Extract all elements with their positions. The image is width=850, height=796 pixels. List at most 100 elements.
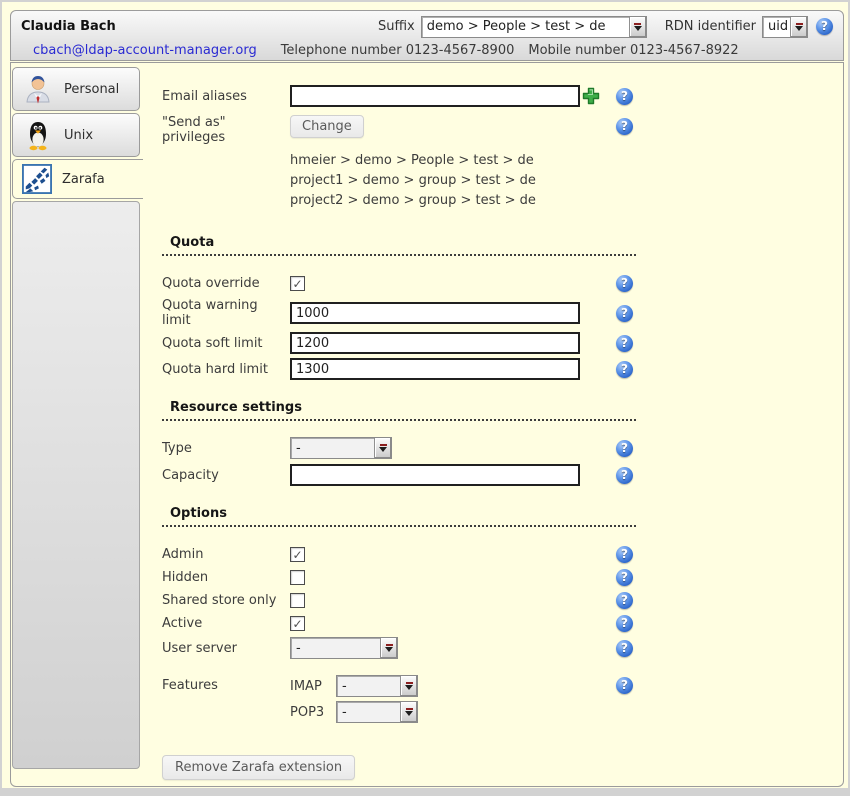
chevron-down-icon[interactable]	[790, 17, 807, 37]
tab-zarafa[interactable]: Zarafa	[12, 159, 143, 199]
tab-personal[interactable]: Personal	[12, 67, 140, 111]
resource-type-row: Type - ?	[162, 437, 843, 459]
help-icon[interactable]: ?	[616, 275, 633, 292]
send-as-entry: project1 > demo > group > test > de	[290, 171, 843, 191]
send-as-label: "Send as" privileges	[162, 115, 290, 145]
quota-override-row: Quota override ✓ ?	[162, 272, 843, 295]
active-row: Active ✓ ?	[162, 612, 843, 635]
quota-override-label: Quota override	[162, 276, 290, 291]
send-as-row: "Send as" privileges Change ?	[162, 115, 843, 145]
resource-type-select[interactable]: -	[290, 437, 392, 459]
quota-warning-input[interactable]	[290, 302, 580, 324]
capacity-input[interactable]	[290, 464, 580, 486]
zarafa-icon	[22, 164, 52, 194]
imap-select[interactable]: -	[336, 675, 418, 697]
help-icon[interactable]: ?	[616, 335, 633, 352]
imap-row: IMAP -	[290, 675, 582, 697]
quota-hard-row: Quota hard limit ?	[162, 358, 843, 380]
send-as-entries: hmeier > demo > People > test > de proje…	[290, 151, 843, 211]
resource-type-label: Type	[162, 441, 290, 456]
suffix-select[interactable]: demo > People > test > de	[421, 16, 647, 38]
active-label: Active	[162, 616, 290, 631]
tab-personal-label: Personal	[64, 82, 119, 97]
user-server-label: User server	[162, 641, 290, 656]
header-row-bottom: cbach@ldap-account-manager.org Telephone…	[11, 40, 843, 60]
chevron-down-icon[interactable]	[400, 676, 417, 696]
help-icon[interactable]: ?	[616, 305, 633, 322]
checkmark: ✓	[292, 549, 302, 561]
imap-value: -	[337, 676, 400, 696]
admin-row: Admin ✓ ?	[162, 543, 843, 566]
user-server-select[interactable]: -	[290, 637, 398, 659]
pop3-row: POP3 -	[290, 701, 582, 723]
suffix-label: Suffix	[378, 19, 415, 34]
help-icon[interactable]: ?	[816, 18, 833, 35]
checkmark: ✓	[292, 618, 302, 630]
quota-soft-label: Quota soft limit	[162, 336, 290, 351]
chevron-down-icon[interactable]	[629, 17, 646, 37]
admin-label: Admin	[162, 547, 290, 562]
quota-override-checkbox[interactable]: ✓	[290, 276, 305, 291]
active-checkbox[interactable]: ✓	[290, 616, 305, 631]
help-icon[interactable]: ?	[616, 640, 633, 657]
pop3-label: POP3	[290, 705, 336, 720]
change-button[interactable]: Change	[290, 115, 364, 138]
user-server-value: -	[291, 638, 380, 658]
telephone-number: Telephone number 0123-4567-8900	[281, 43, 515, 58]
header-row-top: Claudia Bach Suffix demo > People > test…	[11, 11, 843, 40]
add-icon[interactable]	[582, 87, 600, 105]
account-main-panel: Personal Unix	[10, 62, 844, 787]
help-icon[interactable]: ?	[616, 569, 633, 586]
hidden-checkbox[interactable]	[290, 570, 305, 585]
checkmark: ✓	[292, 278, 302, 290]
tab-unix-label: Unix	[64, 128, 93, 143]
email-aliases-input[interactable]	[290, 85, 580, 107]
sidebar-filler-panel	[12, 201, 140, 769]
quota-hard-input[interactable]	[290, 358, 580, 380]
send-as-entry: project2 > demo > group > test > de	[290, 191, 843, 211]
rdn-identifier-select[interactable]: uid	[762, 16, 808, 38]
features-row: Features IMAP - POP3 -	[162, 675, 843, 727]
person-icon	[22, 73, 54, 105]
pop3-select[interactable]: -	[336, 701, 418, 723]
capacity-label: Capacity	[162, 468, 290, 483]
quota-warning-row: Quota warning limit ?	[162, 298, 843, 328]
quota-soft-input[interactable]	[290, 332, 580, 354]
remove-zarafa-extension-button[interactable]: Remove Zarafa extension	[162, 755, 355, 780]
section-title-resource-settings: Resource settings	[162, 400, 636, 421]
zarafa-tab-content: Email aliases ? "Send as" privileges Cha…	[142, 63, 843, 780]
pop3-value: -	[337, 702, 400, 722]
help-icon[interactable]: ?	[616, 677, 633, 694]
shared-store-only-row: Shared store only ?	[162, 589, 843, 612]
help-icon[interactable]: ?	[616, 467, 633, 484]
lam-account-edit-page: { "header": { "user_name": "Claudia Bach…	[0, 0, 850, 796]
user-server-row: User server - ?	[162, 637, 843, 659]
tab-unix[interactable]: Unix	[12, 113, 140, 157]
chevron-down-icon[interactable]	[374, 438, 391, 458]
penguin-icon	[22, 119, 54, 151]
email-link[interactable]: cbach@ldap-account-manager.org	[33, 43, 257, 58]
rdn-select-value: uid	[763, 17, 790, 37]
rdn-identifier-label: RDN identifier	[665, 19, 756, 34]
help-icon[interactable]: ?	[616, 361, 633, 378]
help-icon[interactable]: ?	[616, 118, 633, 135]
help-icon[interactable]: ?	[616, 546, 633, 563]
hidden-row: Hidden ?	[162, 566, 843, 589]
resource-type-value: -	[291, 438, 374, 458]
chevron-down-icon[interactable]	[380, 638, 397, 658]
shared-store-only-label: Shared store only	[162, 593, 290, 608]
help-icon[interactable]: ?	[616, 88, 633, 105]
email-aliases-row: Email aliases ?	[162, 85, 843, 107]
quota-warning-label: Quota warning limit	[162, 298, 290, 328]
shared-store-only-checkbox[interactable]	[290, 593, 305, 608]
imap-label: IMAP	[290, 679, 336, 694]
suffix-select-value: demo > People > test > de	[422, 17, 629, 37]
help-icon[interactable]: ?	[616, 440, 633, 457]
help-icon[interactable]: ?	[616, 592, 633, 609]
email-aliases-label: Email aliases	[162, 89, 290, 104]
admin-checkbox[interactable]: ✓	[290, 547, 305, 562]
chevron-down-icon[interactable]	[400, 702, 417, 722]
quota-hard-label: Quota hard limit	[162, 362, 290, 377]
account-header: Claudia Bach Suffix demo > People > test…	[10, 10, 844, 61]
help-icon[interactable]: ?	[616, 615, 633, 632]
